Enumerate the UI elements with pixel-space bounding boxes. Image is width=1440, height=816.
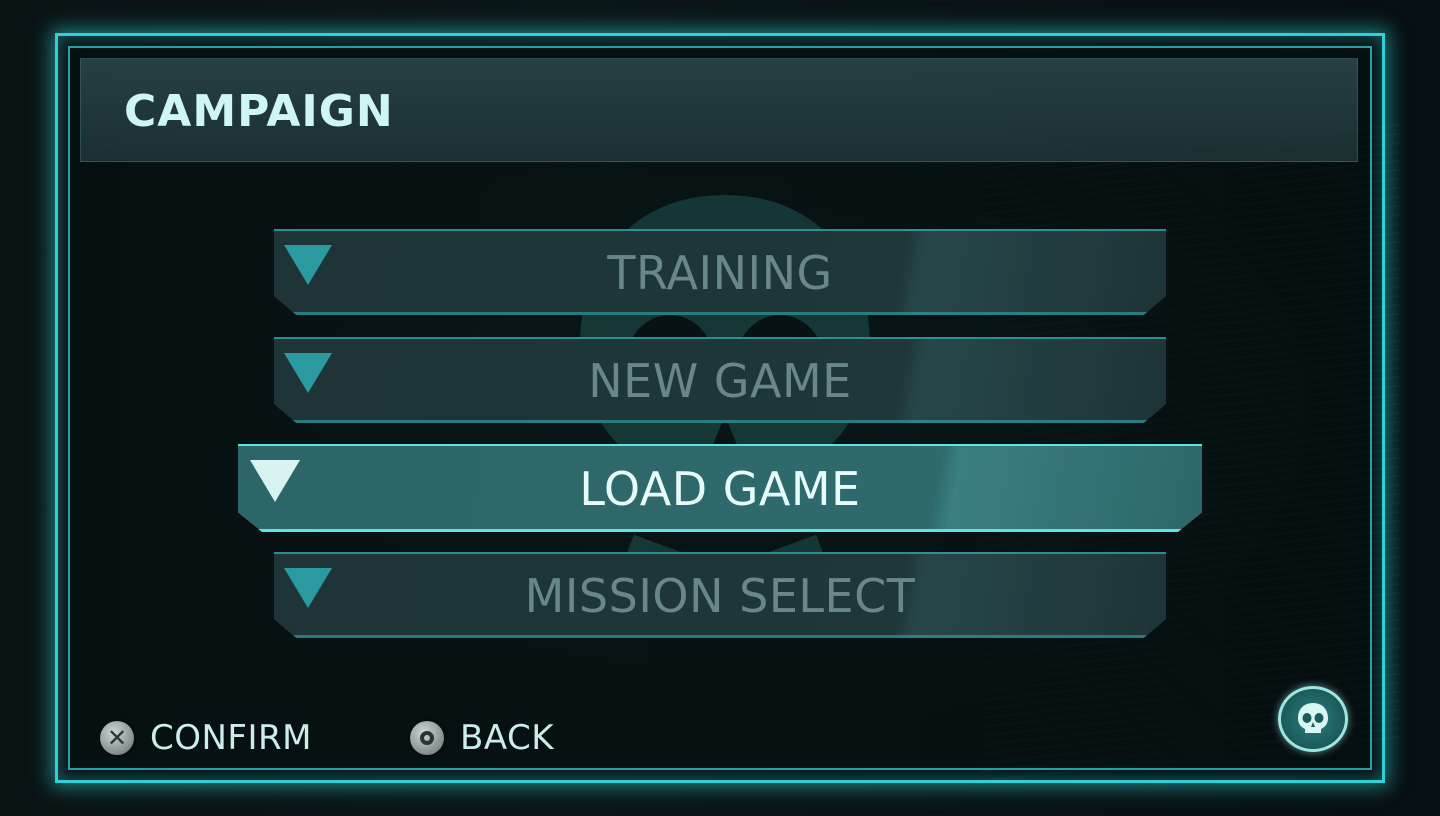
menu-item-label: NEW GAME [588,354,852,408]
cross-button-icon: ✕ [100,721,134,755]
menu-item-training[interactable]: TRAINING [274,229,1166,315]
menu-item-mission-select[interactable]: MISSION SELECT [274,552,1166,638]
page-title: CAMPAIGN [124,86,394,137]
menu-item-new-game[interactable]: NEW GAME [274,337,1166,423]
skull-emblem-icon [1278,686,1348,752]
campaign-screen: CAMPAIGN TRAINING NEW GAME LOAD GAME MIS… [0,0,1440,816]
menu-item-label: TRAINING [607,246,833,300]
menu-item-label: MISSION SELECT [524,569,916,623]
confirm-label: CONFIRM [150,718,312,758]
menu-item-load-game[interactable]: LOAD GAME [238,444,1202,532]
back-label: BACK [460,718,555,758]
back-prompt[interactable]: BACK [410,716,554,760]
circle-button-icon [410,721,444,755]
menu-item-label: LOAD GAME [579,462,861,516]
confirm-prompt[interactable]: ✕ CONFIRM [100,716,312,760]
